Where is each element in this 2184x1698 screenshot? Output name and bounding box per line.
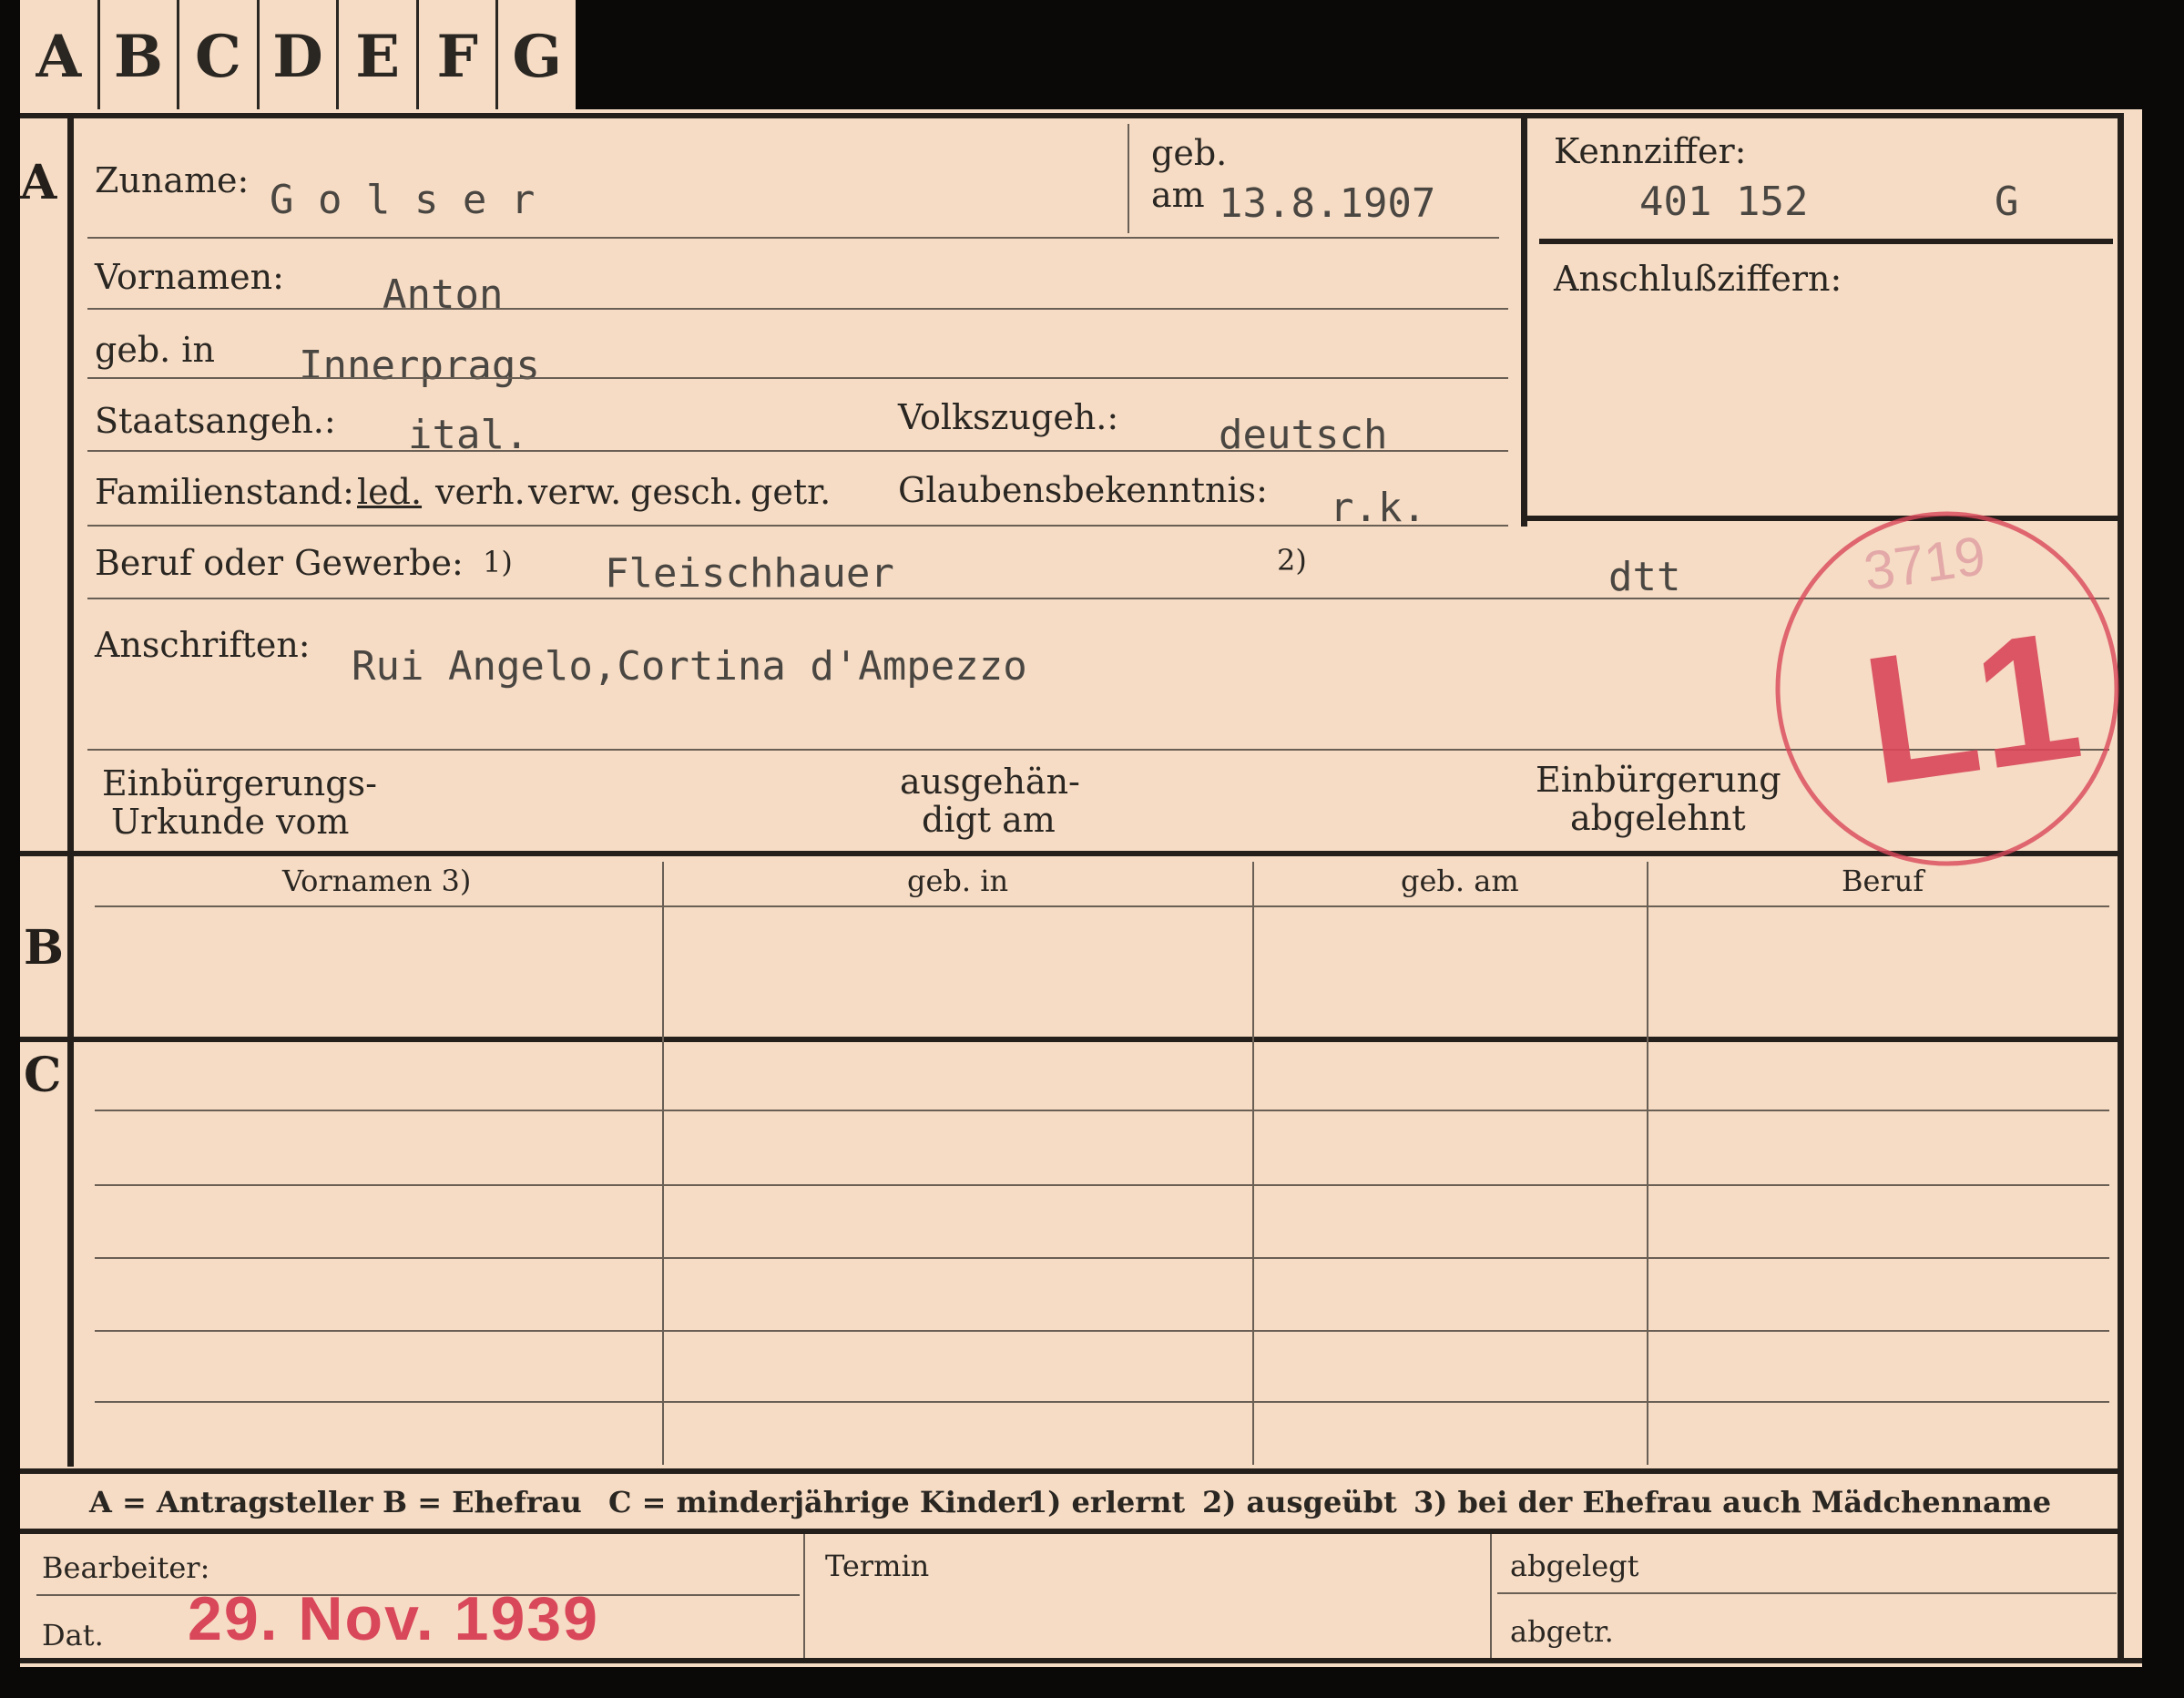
anschluss-label: Anschlußziffern:	[1554, 259, 1842, 299]
ausgehaendigt-label-1: ausgehän-	[900, 762, 1080, 802]
tab-c: C	[177, 0, 257, 113]
zuname-label: Zuname:	[95, 160, 250, 200]
stamp-number: 3719	[1860, 525, 1989, 602]
abgetr-label: abgetr.	[1510, 1614, 1614, 1649]
glauben-label: Glaubensbekenntnis:	[898, 470, 1268, 510]
vornamen-underline	[87, 308, 1508, 310]
children-row-line-3	[95, 1257, 2109, 1259]
vornamen-value: Anton	[383, 271, 504, 318]
legend-b: B = Ehefrau	[383, 1485, 582, 1519]
gebin-value: Innerprags	[299, 343, 540, 389]
card-bottom	[20, 1658, 2142, 1663]
legend-c: C = minderjährige Kinder	[608, 1485, 1032, 1519]
legend-a: A = Antragsteller	[89, 1485, 373, 1519]
table-header-beruf: Beruf	[1842, 864, 1924, 898]
table-col-3	[1647, 862, 1648, 1465]
beruf-value: Fleischhauer	[605, 550, 894, 597]
tab-d: D	[256, 0, 337, 113]
vornamen-label: Vornamen:	[95, 257, 284, 297]
fam-option-led: led.	[357, 472, 423, 512]
footer-divider-2	[1490, 1534, 1492, 1658]
index-tabs: A B C D E F G	[20, 0, 576, 113]
staats-label: Staatsangeh.:	[95, 401, 336, 441]
staats-underline	[87, 450, 1508, 452]
anschriften-label: Anschriften:	[95, 625, 311, 665]
geb-divider	[1128, 124, 1129, 233]
am-label: am	[1151, 175, 1205, 215]
einbuergerung-label-2: Urkunde vom	[111, 802, 350, 842]
footnote-2-marker: 2)	[1277, 543, 1307, 578]
tab-f: F	[415, 0, 496, 113]
abgelehnt-label-2: abgelehnt	[1570, 798, 1746, 838]
table-header-gebam: geb. am	[1401, 864, 1519, 898]
kennziffer-suffix: G	[1995, 179, 2019, 225]
geb-am-value: 13.8.1907	[1219, 180, 1436, 227]
footer-mid-line-right	[1497, 1592, 2117, 1594]
table-header-underline	[95, 905, 2109, 907]
right-border	[2118, 113, 2124, 1662]
section-a-letter: A	[20, 155, 57, 210]
office-stamp: 3719 L1	[1775, 511, 2119, 866]
left-section-border	[67, 118, 74, 1467]
abgelehnt-label-1: Einbürgerung	[1536, 760, 1781, 800]
fam-option-gesch: gesch.	[630, 472, 744, 512]
fam-option-verh: verh.	[435, 472, 526, 512]
tab-a: A	[36, 22, 82, 91]
zuname-value: G o l s e r	[270, 177, 536, 223]
zuname-underline	[87, 237, 1499, 239]
stamp-code: L1	[1852, 593, 2091, 823]
children-row-line-2	[95, 1184, 2109, 1186]
termin-label: Termin	[825, 1549, 930, 1583]
einbuergerung-label-1: Einbürgerungs-	[102, 763, 377, 803]
familienstand-label: Familienstand:	[95, 472, 354, 512]
legend-footnote-2: 2) ausgeübt	[1202, 1485, 1397, 1519]
kennziffer-box-left	[1521, 118, 1527, 527]
kennziffer-value: 401 152	[1639, 179, 1809, 225]
section-c-bottom	[20, 1468, 2124, 1474]
kennziffer-label: Kennziffer:	[1554, 131, 1747, 171]
section-b-letter: B	[24, 920, 64, 976]
footer-divider-1	[803, 1534, 805, 1658]
familienstand-underline	[87, 525, 1508, 527]
children-row-line-4	[95, 1330, 2109, 1332]
geb-label: geb.	[1151, 133, 1228, 173]
gebin-underline	[87, 377, 1508, 379]
tab-g: G	[495, 0, 576, 113]
footnote-1-marker: 1)	[483, 545, 513, 579]
beruf-label: Beruf oder Gewerbe:	[95, 543, 464, 583]
volks-label: Volkszugeh.:	[898, 397, 1119, 437]
table-header-gebin: geb. in	[907, 864, 1009, 898]
gebin-label: geb. in	[95, 330, 215, 370]
legend-footnote-3: 3) bei der Ehefrau auch Mädchenname	[1413, 1485, 2052, 1519]
fam-option-getr: getr.	[750, 472, 832, 512]
kennziffer-box-mid	[1539, 239, 2113, 244]
tab-b: B	[97, 0, 178, 113]
children-row-line-1	[95, 1110, 2109, 1111]
tab-e: E	[336, 0, 416, 113]
section-c-letter: C	[24, 1048, 62, 1103]
date-stamp: 29. Nov. 1939	[188, 1584, 599, 1653]
top-border	[20, 113, 2124, 118]
table-col-1	[662, 862, 664, 1465]
ausgehaendigt-label-2: digt am	[922, 800, 1056, 840]
abgelegt-label: abgelegt	[1510, 1549, 1639, 1583]
bearbeiter-label: Bearbeiter:	[42, 1550, 210, 1585]
section-b-bottom	[20, 1037, 2124, 1042]
legend-footnote-1: 1) erlernt	[1027, 1485, 1186, 1519]
children-row-line-5	[95, 1401, 2109, 1403]
beruf-second-value: dtt	[1608, 554, 1681, 600]
dat-label: Dat.	[42, 1618, 104, 1652]
table-header-vornamen: Vornamen 3)	[282, 864, 472, 898]
anschrift-value: Rui Angelo,Cortina d'Ampezzo	[352, 643, 1027, 690]
fam-option-verw: verw.	[528, 472, 622, 512]
table-col-2	[1252, 862, 1254, 1465]
legend-bottom	[20, 1529, 2124, 1534]
